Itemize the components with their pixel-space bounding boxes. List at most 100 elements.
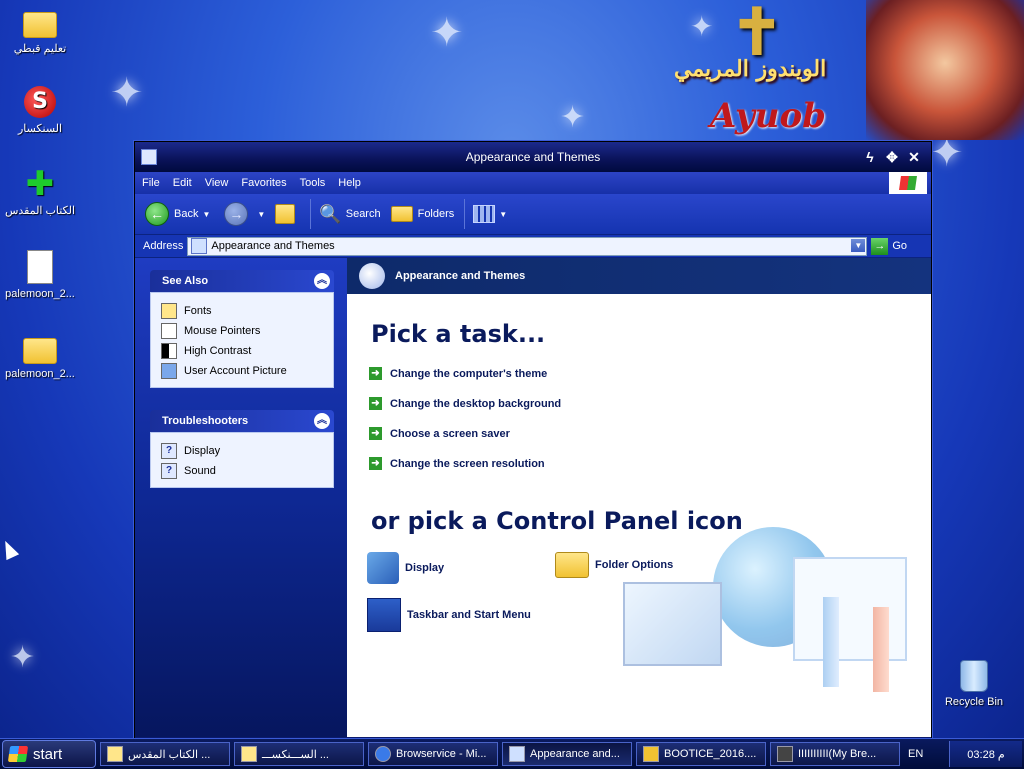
desktop-icon-palemoon-file[interactable]: palemoon_2...: [0, 250, 80, 300]
menu-view[interactable]: View: [198, 177, 235, 189]
link-mouse-pointers[interactable]: Mouse Pointers: [161, 321, 323, 341]
folder-icon: [23, 12, 57, 38]
search-button[interactable]: 🔍 Search: [319, 204, 380, 225]
cp-display[interactable]: Display: [367, 552, 444, 584]
menu-help[interactable]: Help: [331, 177, 367, 189]
forward-arrow-icon: →: [224, 202, 249, 226]
address-input[interactable]: Appearance and Themes ▼: [187, 236, 868, 256]
start-button[interactable]: start: [2, 740, 96, 768]
menu-tools[interactable]: Tools: [293, 177, 332, 189]
link-display-troubleshooter[interactable]: ? Display: [161, 441, 323, 461]
up-folder-icon: [275, 204, 296, 224]
link-label: Fonts: [184, 305, 212, 317]
link-fonts[interactable]: Fonts: [161, 301, 323, 321]
link-label: High Contrast: [184, 345, 252, 357]
troubleshooters-header[interactable]: Troubleshooters ︽: [150, 410, 334, 432]
menu-file[interactable]: File: [135, 177, 166, 189]
desktop-icon-recycle-bin[interactable]: Recycle Bin: [934, 660, 1014, 708]
green-arrow-icon: ➜: [369, 457, 382, 470]
desktop-icon-bible[interactable]: ✚ الكتاب المقدس: [0, 167, 80, 217]
see-also-list: Fonts Mouse Pointers High Contrast User …: [150, 292, 334, 388]
task-change-background[interactable]: ➜ Change the desktop background: [369, 397, 561, 410]
folders-button[interactable]: Folders: [390, 206, 454, 222]
language-indicator[interactable]: EN: [908, 748, 923, 760]
toolbar: ← Back ▼ → ▼ 🔍 Search Folders ▼: [135, 194, 931, 235]
display-icon: [367, 552, 399, 584]
link-high-contrast[interactable]: High Contrast: [161, 341, 323, 361]
clock[interactable]: 03:28 م: [967, 748, 1004, 761]
taskbar-button-browservice[interactable]: Browservice - Mi...: [368, 742, 498, 766]
chevron-down-icon[interactable]: ▼: [257, 210, 265, 219]
forward-button[interactable]: → ▼: [224, 202, 265, 226]
chevron-down-icon[interactable]: ▼: [202, 210, 210, 219]
desktop-icon-palemoon-folder[interactable]: palemoon_2...: [0, 332, 80, 380]
menu-edit[interactable]: Edit: [166, 177, 198, 189]
pick-task-heading: Pick a task...: [371, 320, 546, 348]
window-icon: [793, 557, 907, 661]
mouse-icon: [161, 323, 177, 339]
desktop-icon-synaxarium[interactable]: S السنكسار: [0, 86, 80, 135]
taskbar-button-my-bre[interactable]: IIIIIIIIII(My Bre...: [770, 742, 900, 766]
user-account-icon: [161, 363, 177, 379]
minimize-button[interactable]: ϟ: [861, 148, 879, 166]
chevron-down-icon[interactable]: ▼: [851, 238, 866, 252]
high-contrast-icon: [161, 343, 177, 359]
search-icon: 🔍: [319, 203, 342, 224]
taskbar-button-bootice[interactable]: BOOTICE_2016....: [636, 742, 766, 766]
task-label: Change the desktop background: [390, 397, 562, 410]
views-button[interactable]: ▼: [473, 205, 507, 223]
taskbar-button-appearance[interactable]: Appearance and...: [502, 742, 632, 766]
go-arrow-icon: →: [871, 237, 889, 255]
go-button[interactable]: → Go: [871, 237, 907, 255]
sparkle-decoration: ✦: [10, 641, 36, 674]
title-bar[interactable]: Appearance and Themes ϟ ✥ ✕: [135, 142, 931, 172]
category-title: Appearance and Themes: [395, 270, 526, 282]
task-screen-saver[interactable]: ➜ Choose a screen saver: [369, 427, 510, 440]
collapse-icon[interactable]: ︽: [314, 273, 330, 289]
cp-icon-label: Taskbar and Start Menu: [407, 609, 531, 621]
up-folder-button[interactable]: [275, 204, 300, 224]
taskbar-button-bible[interactable]: الكتاب المقدس ...: [100, 742, 230, 766]
desktop-icon-label: Recycle Bin: [944, 696, 1004, 708]
address-label: Address: [143, 240, 184, 252]
menu-bar: File Edit View Favorites Tools Help: [135, 172, 931, 194]
task-screen-resolution[interactable]: ➜ Change the screen resolution: [369, 457, 545, 470]
menu-favorites[interactable]: Favorites: [234, 177, 292, 189]
maximize-button[interactable]: ✥: [883, 148, 901, 166]
control-panel-icon: [191, 238, 208, 254]
taskbar-icon: [367, 598, 401, 632]
link-label: User Account Picture: [184, 365, 287, 377]
cp-taskbar-start-menu[interactable]: Taskbar and Start Menu: [367, 598, 531, 632]
toolbar-separator: [310, 199, 312, 229]
see-also-header[interactable]: See Also ︽: [150, 270, 334, 292]
cross-icon: ✝: [730, 0, 784, 68]
desktop-icon-label: السنكسار: [17, 123, 63, 135]
windows-flag-icon: [7, 746, 29, 762]
mouse-cursor: [0, 537, 20, 561]
recycle-bin-icon: [960, 660, 988, 692]
views-icon: [473, 205, 496, 223]
task-pane: See Also ︽ Fonts Mouse Pointers High Con…: [135, 258, 347, 737]
panel-title: See Also: [162, 275, 209, 287]
link-sound-troubleshooter[interactable]: ? Sound: [161, 461, 323, 481]
task-change-theme[interactable]: ➜ Change the computer's theme: [369, 367, 547, 380]
desktop-icon-label: الكتاب المقدس: [4, 205, 76, 217]
close-button[interactable]: ✕: [905, 148, 923, 166]
collapse-icon[interactable]: ︽: [314, 413, 330, 429]
chevron-down-icon: ▼: [499, 209, 508, 219]
computer-icon: [623, 582, 722, 666]
cp-folder-options[interactable]: Folder Options: [555, 552, 673, 578]
desktop-icon-coptic-folder[interactable]: تعليم قبطي: [0, 6, 80, 55]
link-user-account-picture[interactable]: User Account Picture: [161, 361, 323, 381]
toolbar-separator: [464, 199, 466, 229]
system-tray: 03:28 م: [949, 741, 1022, 767]
app-shortcut-icon: S: [24, 86, 56, 118]
address-bar: Address Appearance and Themes ▼ → Go: [135, 235, 931, 258]
explorer-window: Appearance and Themes ϟ ✥ ✕ File Edit Vi…: [134, 141, 932, 740]
document-icon: [27, 250, 53, 284]
see-also-panel: See Also ︽ Fonts Mouse Pointers High Con…: [150, 270, 334, 388]
back-button[interactable]: ← Back ▼: [145, 202, 210, 226]
search-label: Search: [345, 208, 381, 220]
taskbar-button-synaxarium[interactable]: الســـنكســـ ...: [234, 742, 364, 766]
taskbar-button-label: الســـنكســـ ...: [262, 748, 329, 761]
